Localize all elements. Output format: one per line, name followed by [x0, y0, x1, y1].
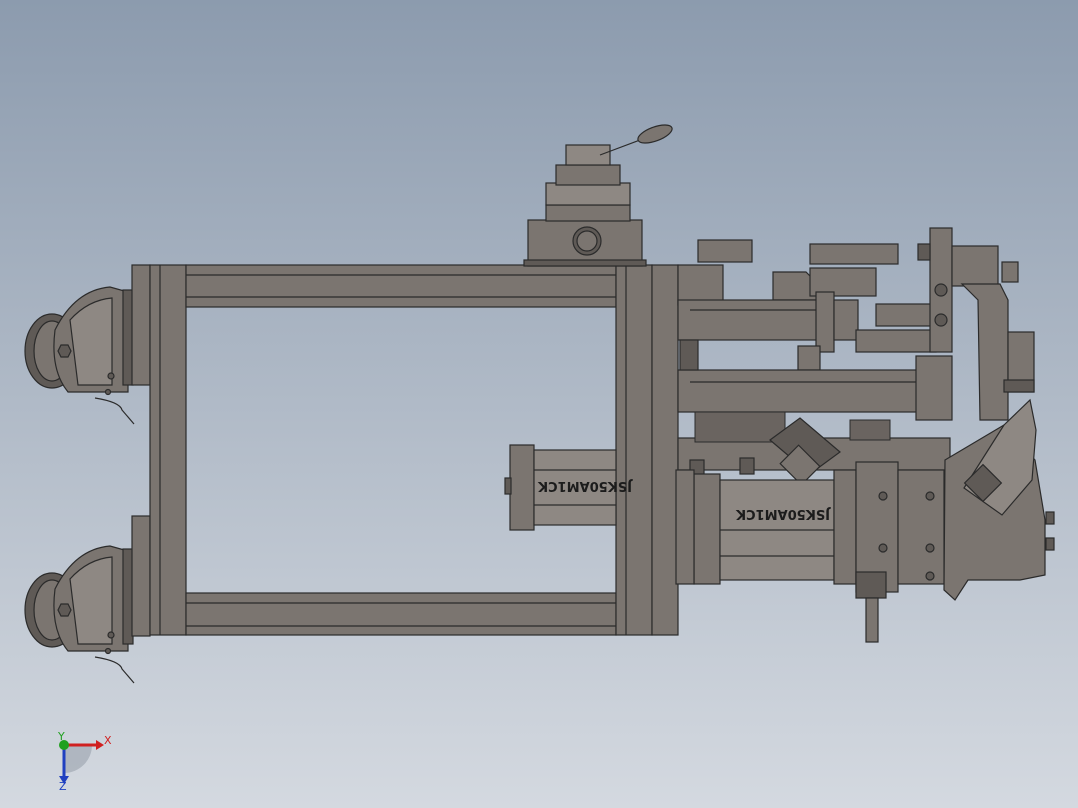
cylinder-label-lower: JSK50AM1CK — [735, 506, 831, 521]
cad-viewport[interactable]: JSK50AM1CK JSK50AM1CK X Y Z — [0, 0, 1078, 808]
y-axis-label: Y — [57, 730, 65, 743]
z-axis-label: Z — [59, 780, 67, 793]
model-view[interactable]: JSK50AM1CK JSK50AM1CK X Y Z — [0, 0, 1078, 808]
cylinder-inner: JSK50AM1CK — [504, 444, 633, 531]
cylinder-label-upper: JSK50AM1CK — [537, 478, 633, 493]
x-axis-label: X — [104, 734, 112, 747]
